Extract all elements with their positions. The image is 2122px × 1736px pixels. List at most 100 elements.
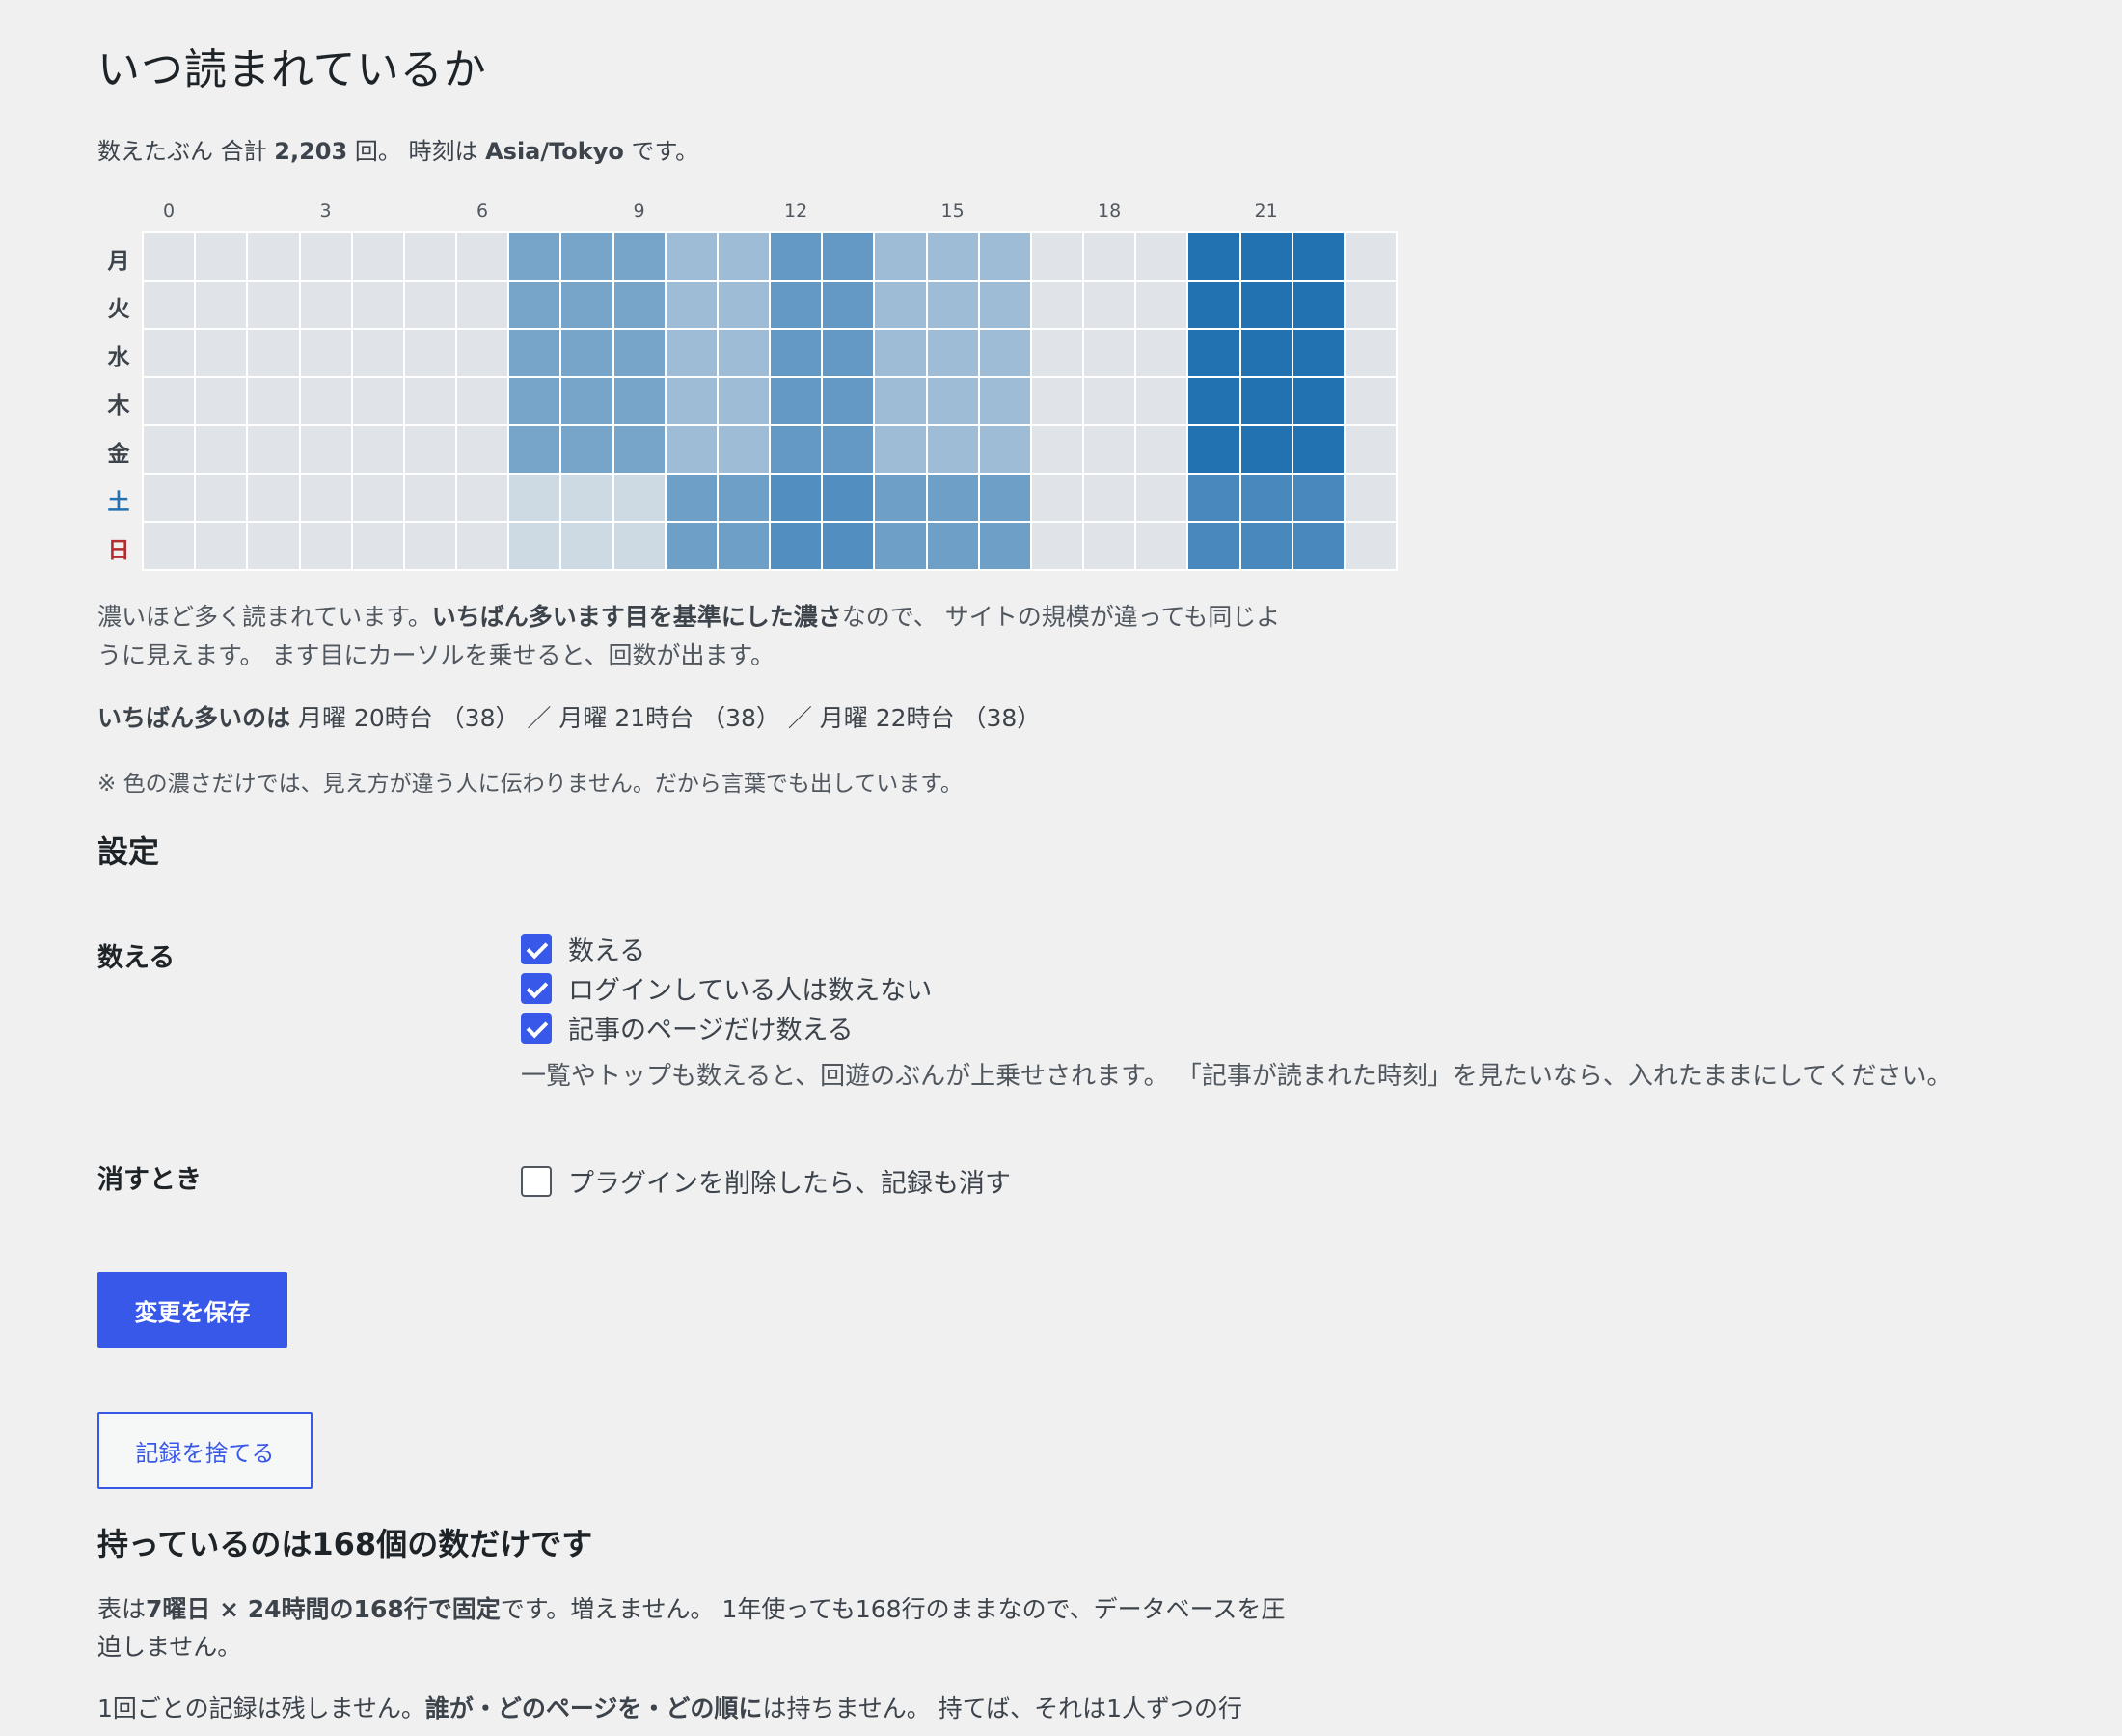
heatmap-cell[interactable] — [771, 378, 822, 424]
heatmap-cell[interactable] — [248, 233, 299, 280]
heatmap-cell[interactable] — [875, 523, 926, 569]
heatmap-cell[interactable] — [457, 475, 508, 521]
heatmap-cell[interactable] — [1084, 378, 1135, 424]
heatmap-cell[interactable] — [771, 233, 822, 280]
heatmap-cell[interactable] — [823, 330, 874, 376]
heatmap-cell[interactable] — [1188, 330, 1239, 376]
heatmap-cell[interactable] — [248, 523, 299, 569]
heatmap-cell[interactable] — [404, 475, 455, 521]
heatmap-cell[interactable] — [666, 330, 717, 376]
heatmap-cell[interactable] — [300, 233, 351, 280]
heatmap-cell[interactable] — [457, 233, 508, 280]
heatmap-cell[interactable] — [352, 330, 403, 376]
heatmap-cell[interactable] — [666, 233, 717, 280]
heatmap-cell[interactable] — [1084, 475, 1135, 521]
heatmap-cell[interactable] — [1345, 426, 1396, 473]
posts-only-checkbox-row[interactable]: 記事のページだけ数える — [521, 1009, 854, 1046]
heatmap-cell[interactable] — [875, 426, 926, 473]
heatmap-cell[interactable] — [196, 330, 247, 376]
heatmap-cell[interactable] — [300, 426, 351, 473]
heatmap-cell[interactable] — [771, 282, 822, 328]
heatmap-cell[interactable] — [718, 426, 769, 473]
heatmap-cell[interactable] — [1240, 426, 1292, 473]
heatmap-cell[interactable] — [1136, 378, 1187, 424]
heatmap-cell[interactable] — [1084, 282, 1135, 328]
save-changes-button[interactable]: 変更を保存 — [97, 1272, 287, 1348]
heatmap-cell[interactable] — [509, 282, 560, 328]
heatmap-cell[interactable] — [1292, 523, 1344, 569]
heatmap-cell[interactable] — [1292, 233, 1344, 280]
heatmap-cell[interactable] — [144, 233, 195, 280]
heatmap-cell[interactable] — [352, 475, 403, 521]
heatmap-cell[interactable] — [300, 523, 351, 569]
heatmap-cell[interactable] — [1240, 330, 1292, 376]
heatmap-cell[interactable] — [196, 378, 247, 424]
heatmap-cell[interactable] — [144, 330, 195, 376]
heatmap-cell[interactable] — [1345, 282, 1396, 328]
posts-only-checkbox[interactable] — [521, 1012, 552, 1044]
heatmap-cell[interactable] — [1136, 282, 1187, 328]
heatmap-cell[interactable] — [666, 523, 717, 569]
heatmap-cell[interactable] — [771, 426, 822, 473]
heatmap-cell[interactable] — [823, 523, 874, 569]
heatmap-cell[interactable] — [613, 426, 665, 473]
heatmap-cell[interactable] — [1136, 475, 1187, 521]
heatmap-cell[interactable] — [875, 282, 926, 328]
heatmap-cell[interactable] — [1345, 475, 1396, 521]
heatmap-cell[interactable] — [875, 475, 926, 521]
heatmap-cell[interactable] — [300, 475, 351, 521]
heatmap-cell[interactable] — [196, 523, 247, 569]
discard-records-button[interactable]: 記録を捨てる — [97, 1412, 313, 1489]
heatmap-cell[interactable] — [613, 282, 665, 328]
heatmap-cell[interactable] — [300, 282, 351, 328]
count-checkbox-row[interactable]: 数える — [521, 930, 645, 967]
heatmap-cell[interactable] — [927, 233, 978, 280]
heatmap-cell[interactable] — [875, 378, 926, 424]
heatmap-cell[interactable] — [1031, 282, 1082, 328]
heatmap-cell[interactable] — [927, 330, 978, 376]
heatmap-cell[interactable] — [1188, 233, 1239, 280]
heatmap-cell[interactable] — [927, 523, 978, 569]
heatmap-cell[interactable] — [979, 330, 1030, 376]
heatmap-cell[interactable] — [927, 426, 978, 473]
heatmap-cell[interactable] — [823, 282, 874, 328]
heatmap-cell[interactable] — [666, 378, 717, 424]
heatmap-cell[interactable] — [1031, 426, 1082, 473]
heatmap-cell[interactable] — [509, 233, 560, 280]
heatmap-cell[interactable] — [509, 523, 560, 569]
heatmap-cell[interactable] — [1188, 282, 1239, 328]
heatmap-cell[interactable] — [144, 378, 195, 424]
heatmap-cell[interactable] — [144, 475, 195, 521]
heatmap-cell[interactable] — [248, 282, 299, 328]
heatmap-cell[interactable] — [1136, 330, 1187, 376]
heatmap-cell[interactable] — [1292, 426, 1344, 473]
heatmap-cell[interactable] — [352, 426, 403, 473]
heatmap-cell[interactable] — [509, 330, 560, 376]
heatmap-cell[interactable] — [1292, 378, 1344, 424]
heatmap-cell[interactable] — [1136, 426, 1187, 473]
heatmap-cell[interactable] — [823, 233, 874, 280]
heatmap-cell[interactable] — [1188, 523, 1239, 569]
heatmap-cell[interactable] — [1188, 378, 1239, 424]
heatmap-cell[interactable] — [196, 233, 247, 280]
heatmap-cell[interactable] — [613, 378, 665, 424]
heatmap-cell[interactable] — [771, 330, 822, 376]
heatmap-cell[interactable] — [927, 282, 978, 328]
heatmap-cell[interactable] — [561, 426, 612, 473]
heatmap-cell[interactable] — [404, 523, 455, 569]
heatmap-cell[interactable] — [979, 282, 1030, 328]
heatmap-cell[interactable] — [561, 475, 612, 521]
heatmap-cell[interactable] — [561, 330, 612, 376]
heatmap-cell[interactable] — [1292, 330, 1344, 376]
heatmap-cell[interactable] — [1240, 378, 1292, 424]
heatmap-cell[interactable] — [823, 475, 874, 521]
exclude-logged-in-checkbox-row[interactable]: ログインしている人は数えない — [521, 969, 932, 1007]
heatmap-cell[interactable] — [1240, 475, 1292, 521]
heatmap-cell[interactable] — [457, 523, 508, 569]
heatmap-cell[interactable] — [613, 475, 665, 521]
heatmap-cell[interactable] — [1031, 523, 1082, 569]
heatmap-cell[interactable] — [979, 426, 1030, 473]
heatmap-cell[interactable] — [248, 330, 299, 376]
heatmap-cell[interactable] — [248, 475, 299, 521]
heatmap-cell[interactable] — [1240, 282, 1292, 328]
